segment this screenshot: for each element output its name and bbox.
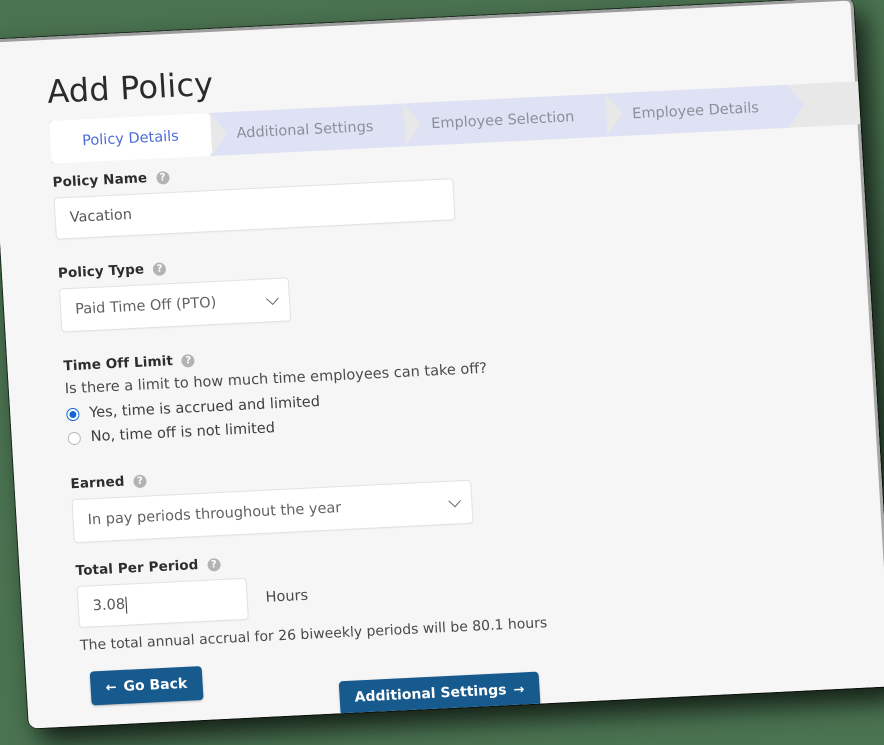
policy-type-label-text: Policy Type	[57, 261, 145, 282]
tab-additional-settings[interactable]: Additional Settings	[209, 103, 405, 156]
add-policy-form: Policy Name ? Vacation Policy Type ? Pai…	[52, 138, 844, 729]
policy-type-select[interactable]: Paid Time Off (PTO)	[58, 277, 292, 333]
text-cursor	[125, 596, 128, 614]
page-title: Add Policy	[46, 64, 215, 111]
total-per-period-input[interactable]: 3.08	[76, 577, 249, 628]
total-per-period-unit: Hours	[265, 587, 309, 606]
browser-window-card: Add Policy Policy Details Additional Set…	[0, 0, 884, 729]
radio-option-yes-label: Yes, time is accrued and limited	[88, 393, 321, 422]
app-window-content: Add Policy Policy Details Additional Set…	[0, 3, 884, 729]
arrow-right-icon: →	[513, 681, 525, 698]
total-per-period-value: 3.08	[92, 596, 126, 615]
policy-name-value: Vacation	[69, 206, 133, 226]
chevron-down-icon	[448, 494, 462, 508]
screenshot-stage: Add Policy Policy Details Additional Set…	[0, 0, 884, 745]
radio-option-no-label: No, time off is not limited	[90, 420, 276, 446]
help-icon[interactable]: ?	[181, 353, 196, 368]
tab-employee-selection-label: Employee Selection	[430, 108, 575, 132]
tab-policy-details[interactable]: Policy Details	[48, 113, 210, 164]
help-icon[interactable]: ?	[133, 474, 147, 488]
radio-no-icon[interactable]	[67, 431, 82, 445]
tab-additional-settings-label: Additional Settings	[236, 118, 374, 142]
additional-settings-label: Additional Settings	[354, 682, 507, 706]
policy-name-label-text: Policy Name	[52, 170, 148, 191]
radio-yes-icon[interactable]	[66, 407, 80, 421]
earned-label-text: Earned	[70, 473, 125, 493]
go-back-label: Go Back	[123, 675, 188, 695]
tab-employee-selection[interactable]: Employee Selection	[404, 93, 606, 147]
arrow-left-icon: ←	[105, 679, 118, 696]
app-window: Add Policy Policy Details Additional Set…	[0, 0, 884, 729]
tab-policy-details-label: Policy Details	[81, 128, 180, 149]
policy-type-value: Paid Time Off (PTO)	[74, 294, 217, 318]
chevron-down-icon	[266, 292, 279, 306]
help-icon[interactable]: ?	[155, 170, 170, 185]
go-back-button[interactable]: ← Go Back	[89, 666, 204, 706]
earned-value: In pay periods throughout the year	[87, 500, 342, 529]
form-actions: ← Go Back Additional Settings →	[82, 635, 845, 729]
tab-employee-details[interactable]: Employee Details	[605, 84, 791, 137]
tab-employee-details-label: Employee Details	[631, 99, 760, 122]
help-icon[interactable]: ?	[207, 557, 221, 572]
additional-settings-button[interactable]: Additional Settings →	[338, 671, 541, 716]
help-icon[interactable]: ?	[152, 261, 167, 276]
